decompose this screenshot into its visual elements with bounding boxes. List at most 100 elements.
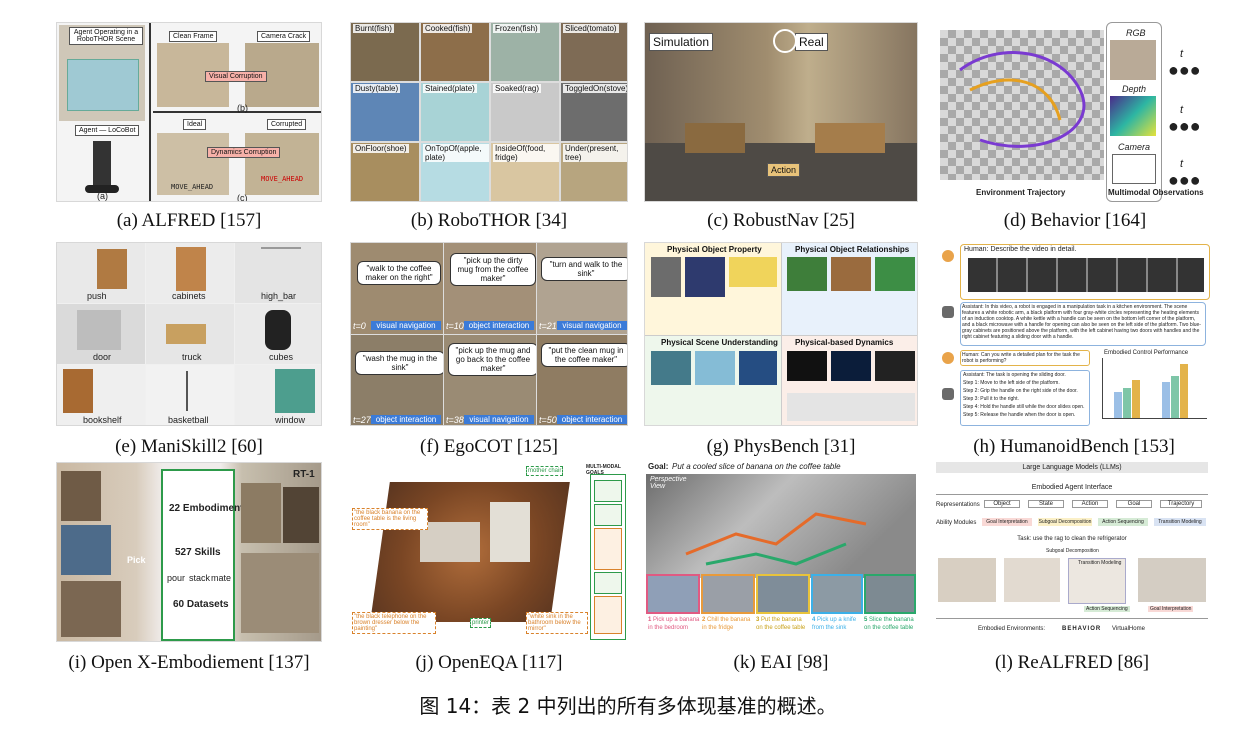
rep-3: Action	[1072, 500, 1108, 508]
subfigure-h-image: Human: Describe the video in detail. Ass…	[938, 242, 1210, 426]
camera-label: Camera	[1118, 142, 1151, 152]
speech-f-3: "turn and walk to the sink"	[541, 257, 627, 281]
task-label: Task: use the rag to clean the refrigera…	[1017, 536, 1127, 542]
subfigure-i-image: 22 Embodiments 527 Skills pour stack mat…	[56, 462, 322, 642]
rep-2: State	[1028, 500, 1064, 508]
trajectory-paths	[959, 51, 1086, 148]
panel-g-2: Physical Object Relationships	[795, 245, 910, 254]
step-k-3: 3 Put the banana on the coffee table	[756, 617, 806, 631]
subfigure-f-image: "walk to the coffee maker on the right" …	[350, 242, 628, 426]
tile-e-9: window	[275, 415, 306, 425]
clean-frame-label: Clean Frame	[169, 31, 218, 42]
reps-label: Representations	[936, 502, 980, 508]
step-k-1: 1 Pick up a banana in the bedroom	[648, 617, 700, 631]
caption-a: (a) ALFRED [157]	[116, 210, 262, 231]
panel-g-4: Physical-based Dynamics	[795, 338, 894, 347]
tile-e-7: bookshelf	[83, 415, 122, 425]
step-k-2: 2 Chill the banana in the fridge	[702, 617, 751, 631]
tile-e-1: push	[87, 291, 107, 301]
step-k-4: 4 Pick up a knife from the sink	[812, 617, 857, 631]
pick-label: Pick	[127, 555, 146, 565]
skill-3: mate	[211, 573, 232, 583]
action-seq-label: Action Sequencing	[1084, 606, 1130, 612]
agent-robot-label: Agent — LoCoBot	[75, 125, 140, 136]
skill-2: stack	[189, 573, 211, 583]
subfigure-e-image: push cabinets high_bar door truck cubes …	[56, 242, 322, 426]
move-ahead-2: MOVE_AHEAD	[261, 175, 304, 183]
caption-b: (b) RoboTHOR [34]	[410, 210, 568, 231]
subgoal-label: Subgoal Decomposition	[1046, 548, 1099, 554]
tag-j-2: printer	[470, 618, 492, 628]
skill-1: pour	[167, 573, 186, 583]
caption-g: (g) PhysBench [31]	[706, 436, 856, 457]
real-label: Real	[795, 33, 828, 51]
goal-prefix: Goal:	[648, 462, 669, 471]
caption-h: (h) HumanoidBench [153]	[973, 436, 1175, 457]
tile-b-2: Cooked(fish)	[423, 24, 473, 33]
tile-b-7: Soaked(rag)	[493, 84, 542, 93]
rep-5: Trajectory	[1160, 500, 1202, 508]
tile-e-6: cubes	[269, 352, 294, 362]
move-ahead-1: MOVE_AHEAD	[171, 183, 214, 191]
tile-e-2: cabinets	[172, 291, 206, 301]
mod-2: Subgoal Decomposition	[1038, 518, 1092, 526]
trajectory-label: Environment Trajectory	[976, 188, 1066, 197]
panel-g-1: Physical Object Property	[667, 245, 762, 254]
speech-f-5: "pick up the mug and go back to the coff…	[448, 343, 536, 376]
human-avatar-icon	[942, 250, 954, 262]
bar-f-5: visual navigation	[464, 415, 534, 424]
mod-4: Transition Modeling	[1154, 518, 1206, 526]
agent-scene-label: Agent Operating in a RoboTHOR Scene	[69, 27, 143, 45]
mods-label: Ability Modules	[936, 520, 977, 526]
rep-4: Goal	[1116, 500, 1152, 508]
virtualhome-label: VirtualHome	[1112, 626, 1145, 632]
goal-interp-label: Goal Interpretation	[1148, 606, 1194, 612]
dynamics-corruption-label: Dynamics Corruption	[207, 147, 281, 158]
bar-f-4: object interaction	[371, 415, 441, 424]
rep-1: Object	[984, 500, 1020, 508]
human-q1: Human: Describe the video in detail.	[964, 246, 1077, 253]
caption-c: (c) RobustNav [25]	[707, 210, 855, 231]
transition-label: Transition Modeling	[1078, 560, 1122, 566]
env-label: Embodied Environments:	[978, 626, 1046, 632]
t-f-3: t=21	[539, 321, 557, 331]
tile-b-1: Burnt(fish)	[353, 24, 394, 33]
dots-2: ●●●	[1168, 116, 1201, 136]
stat-datasets: 60 Datasets	[173, 599, 229, 610]
step-5: Step 5: Release the handle when the door…	[963, 412, 1076, 418]
speech-f-1: "walk to the coffee maker on the right"	[357, 261, 441, 285]
caption-l: (l) ReALFRED [86]	[994, 652, 1150, 673]
tile-b-12: Under(present, tree)	[563, 144, 627, 162]
corrupted-label: Corrupted	[267, 119, 307, 130]
caption-f: (f) EgoCOT [125]	[420, 436, 558, 457]
subfigure-a-image: Agent Operating in a RoboTHOR Scene Agen…	[56, 22, 322, 202]
tile-e-4: door	[93, 352, 112, 362]
t-f-2: t=10	[446, 321, 464, 331]
eai-path	[685, 512, 867, 566]
t-f-6: t=50	[539, 415, 557, 425]
t-f-5: t=38	[446, 415, 464, 425]
tile-b-3: Frozen(fish)	[493, 24, 540, 33]
caption-d: (d) Behavior [164]	[1003, 210, 1147, 231]
chart-title: Embodied Control Performance	[1104, 350, 1189, 356]
tile-b-4: Sliced(tomato)	[563, 24, 619, 33]
subfigure-b-image: Burnt(fish) Cooked(fish) Frozen(fish) Sl…	[350, 22, 628, 202]
mod-3: Action Sequencing	[1098, 518, 1148, 526]
t-label-1: t	[1180, 48, 1184, 60]
rt1-label: RT-1	[293, 469, 315, 480]
stat-skills: 527 Skills	[175, 547, 221, 558]
t-label-2: t	[1180, 104, 1184, 116]
subfigure-l-image: Large Language Models (LLMs) Embodied Ag…	[934, 462, 1210, 642]
ideal-label: Ideal	[183, 119, 207, 130]
subfigure-j-image: "the black banana on the coffee table is…	[350, 462, 628, 642]
multimodal-label: Multimodal Observations	[1108, 188, 1204, 197]
simulation-label: Simulation	[649, 33, 714, 51]
caption-i: (i) Open X-Embodiement [137]	[68, 652, 310, 673]
caption-j: (j) OpenEQA [117]	[415, 652, 563, 673]
assistant-a2: Assistant: The task is opening the slidi…	[963, 372, 1066, 378]
subfigure-d-image: Environment Trajectory RGB Depth Camera …	[940, 22, 1210, 202]
t-f-1: t=0	[353, 321, 366, 331]
human-q2: Human: Can you write a detailed plan for…	[960, 350, 1090, 366]
tile-e-5: truck	[182, 352, 202, 362]
step-4: Step 4: Hold the handle still while the …	[963, 404, 1085, 410]
